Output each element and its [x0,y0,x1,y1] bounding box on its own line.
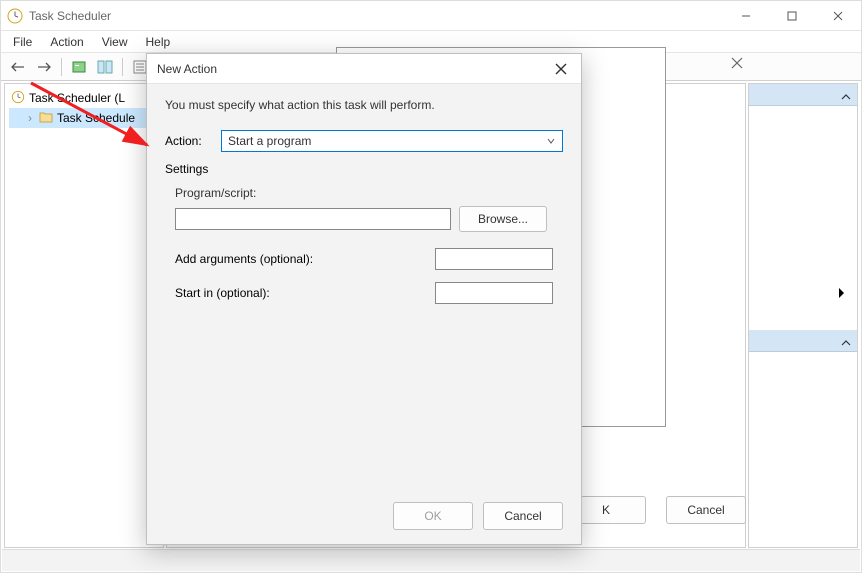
chevron-up-icon [841,90,851,104]
tree-root[interactable]: Task Scheduler (L [9,88,159,108]
dialog-close-button[interactable] [547,58,575,80]
app-icon [7,8,23,24]
chevron-down-icon [546,135,556,149]
tree-child[interactable]: › Task Schedule [9,108,159,128]
menu-action[interactable]: Action [42,33,91,51]
forward-button[interactable] [33,56,55,78]
task-scheduler-window: Task Scheduler File Action View Help Tas… [0,0,862,573]
close-button[interactable] [815,1,861,31]
tree-root-label: Task Scheduler (L [29,91,125,105]
ok-button[interactable]: OK [393,502,473,530]
actions-header-2[interactable] [749,330,857,352]
browse-button[interactable]: Browse... [459,206,547,232]
startin-input[interactable] [435,282,553,304]
window-title: Task Scheduler [29,9,111,23]
action-select-value: Start a program [228,134,311,148]
arguments-input[interactable] [435,248,553,270]
titlebar: Task Scheduler [1,1,861,31]
folder-icon [39,111,53,126]
minimize-button[interactable] [723,1,769,31]
menu-view[interactable]: View [94,33,136,51]
clock-icon [11,90,25,107]
back-dialog-buttons: K Cancel [566,496,746,524]
action-select[interactable]: Start a program [221,130,563,152]
dialog-titlebar: New Action [147,54,581,84]
back-dialog-close-button[interactable] [731,57,743,72]
startin-label: Start in (optional): [175,286,270,300]
chevron-right-icon[interactable]: › [25,111,35,125]
menu-file[interactable]: File [5,33,40,51]
dialog-buttons: OK Cancel [393,502,563,530]
action-label: Action: [165,134,221,148]
arguments-label: Add arguments (optional): [175,252,313,266]
dialog-body: You must specify what action this task w… [147,84,581,330]
menu-help[interactable]: Help [138,33,179,51]
tree-child-label: Task Schedule [57,111,135,125]
settings-label: Settings [165,162,563,176]
expand-icon[interactable] [837,287,845,302]
right-pane [748,83,858,548]
actions-header-1[interactable] [749,84,857,106]
program-input[interactable] [175,208,451,230]
toolbar-separator [122,58,123,76]
toolbar-separator [61,58,62,76]
cancel-button[interactable]: Cancel [483,502,563,530]
tree-pane[interactable]: Task Scheduler (L › Task Schedule [4,83,164,548]
back-cancel-button[interactable]: Cancel [666,496,746,524]
dialog-title: New Action [157,62,217,76]
new-action-dialog: New Action You must specify what action … [146,53,582,545]
toolbar-item-2[interactable] [94,56,116,78]
toolbar-item-1[interactable] [68,56,90,78]
chevron-up-icon [841,336,851,350]
maximize-button[interactable] [769,1,815,31]
dialog-instruction: You must specify what action this task w… [165,98,563,112]
program-label: Program/script: [175,186,553,200]
window-controls [723,1,861,31]
status-bar [2,549,860,571]
back-button[interactable] [7,56,29,78]
